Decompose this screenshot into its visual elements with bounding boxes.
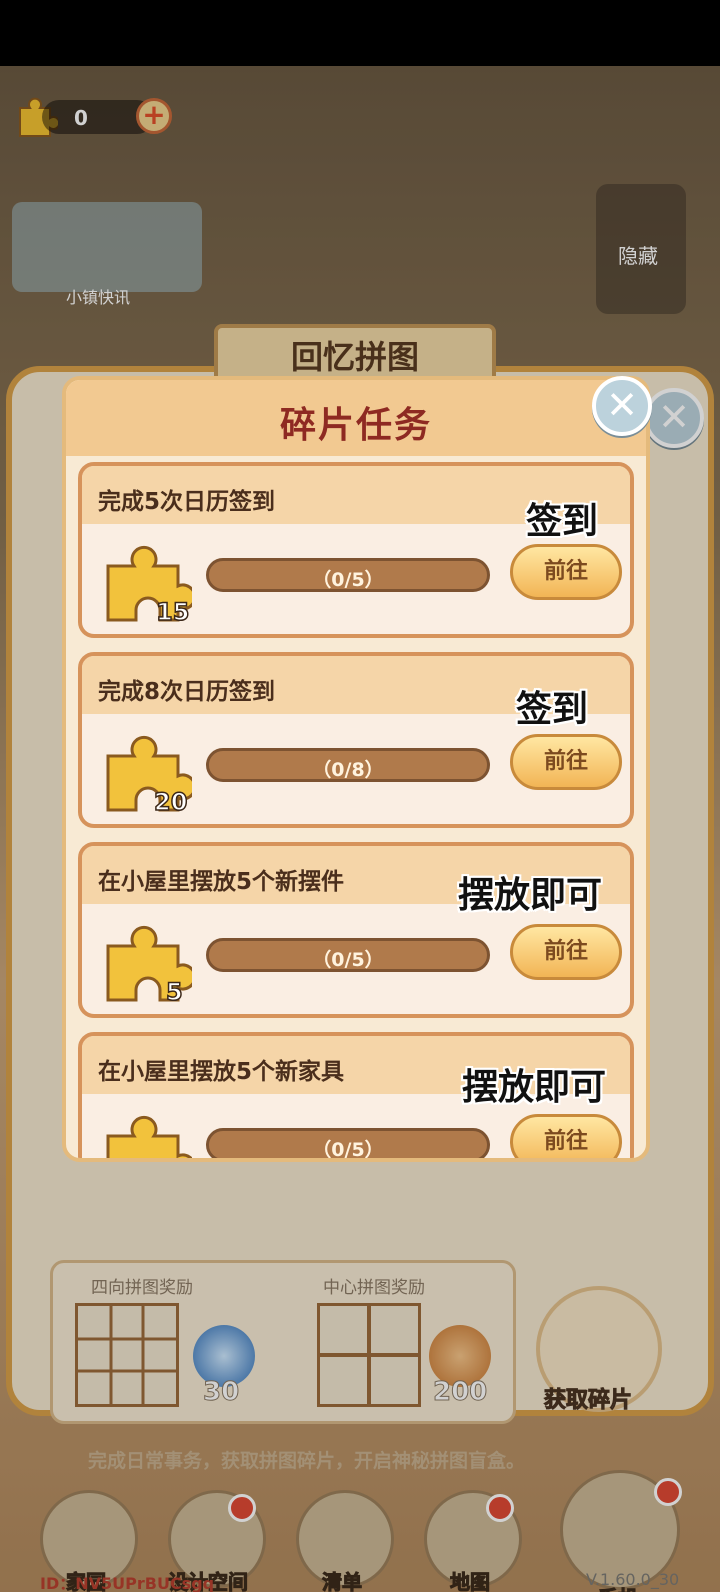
reward-count: 20 (153, 787, 188, 817)
reward-count: 15 (155, 597, 190, 627)
progress-text: （0/5） (312, 569, 384, 591)
progress-bar: （0/5） (206, 1128, 490, 1161)
task-title: 在小屋里摆放5个新家具 (98, 1059, 345, 1085)
task-title: 完成8次日历签到 (98, 679, 276, 705)
modal-title: 碎片任务 (279, 405, 432, 446)
close-modal-button[interactable]: ✕ (592, 376, 652, 436)
task-annotation: 签到 (516, 689, 589, 730)
go-button[interactable]: 前往 (510, 924, 622, 980)
task-annotation: 签到 (526, 501, 599, 542)
progress-bar: （0/8） (206, 748, 490, 782)
go-button[interactable]: 前往 (510, 1114, 622, 1158)
progress-bar: （0/5） (206, 938, 490, 972)
progress-text: （0/5） (312, 949, 384, 971)
puzzle-piece-icon (106, 1115, 192, 1158)
task-title: 在小屋里摆放5个新摆件 (98, 869, 345, 895)
task-card: 完成8次日历签到 20 （0/8） 前往 (78, 652, 634, 828)
task-card: 完成5次日历签到 15 （0/5） 前往 (78, 462, 634, 638)
progress-text: （0/8） (312, 759, 384, 781)
task-title: 完成5次日历签到 (98, 489, 276, 515)
task-annotation: 摆放即可 (462, 1067, 607, 1108)
task-annotation: 摆放即可 (458, 875, 603, 916)
progress-text: （0/5） (312, 1139, 384, 1161)
progress-bar: （0/5） (206, 558, 490, 592)
go-button[interactable]: 前往 (510, 734, 622, 790)
go-button[interactable]: 前往 (510, 544, 622, 600)
reward-count: 5 (165, 977, 183, 1007)
